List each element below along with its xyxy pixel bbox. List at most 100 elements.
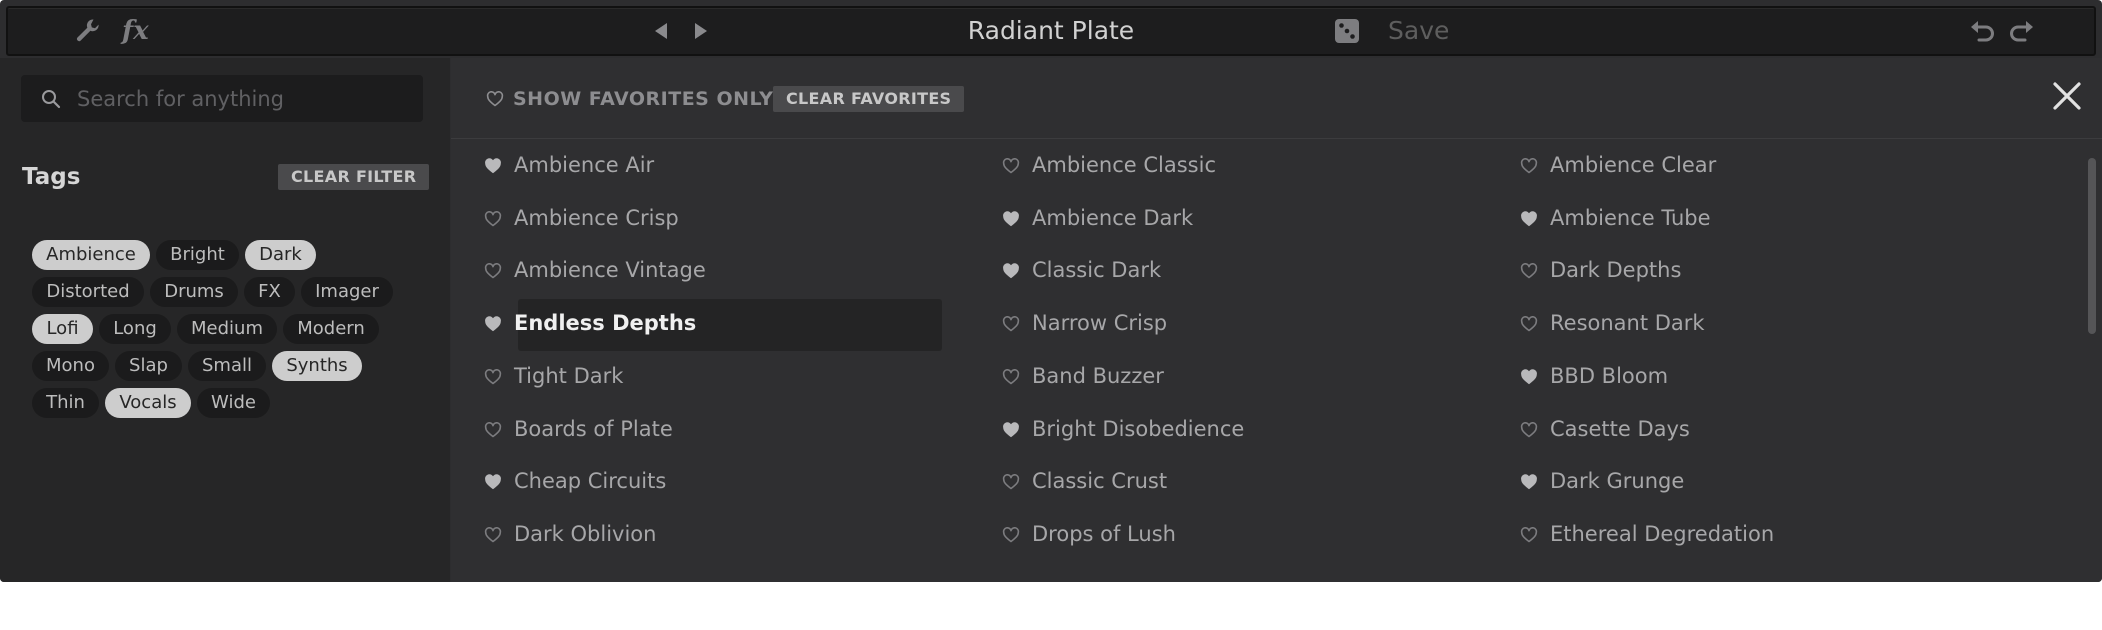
preset-name: Ambience Tube bbox=[1550, 205, 1711, 230]
preset-item[interactable]: Dark Oblivion bbox=[451, 508, 969, 560]
heart-outline-icon[interactable] bbox=[1520, 316, 1538, 332]
heart-filled-icon[interactable] bbox=[1520, 369, 1538, 385]
preset-item[interactable]: Ambience Tube bbox=[1487, 192, 2005, 244]
preset-item[interactable]: Ambience Clear bbox=[1487, 139, 2005, 191]
tag-wide[interactable]: Wide bbox=[197, 388, 270, 418]
preset-item[interactable]: Boards of Plate bbox=[451, 403, 969, 455]
preset-item[interactable]: Resonant Dark bbox=[1487, 297, 2005, 349]
preset-name: Dark Oblivion bbox=[514, 521, 657, 546]
preset-name: Casette Days bbox=[1550, 416, 1690, 441]
preset-name: Ambience Dark bbox=[1032, 205, 1194, 230]
preset-item[interactable]: Ethereal Degredation bbox=[1487, 508, 2005, 560]
tag-thin[interactable]: Thin bbox=[32, 388, 99, 418]
preset-name: Boards of Plate bbox=[514, 416, 673, 441]
tag-drums[interactable]: Drums bbox=[150, 277, 238, 307]
preset-item[interactable]: Band Buzzer bbox=[969, 350, 1487, 402]
tag-fx[interactable]: FX bbox=[244, 277, 295, 307]
heart-filled-icon[interactable] bbox=[1002, 421, 1020, 438]
heart-outline-icon[interactable] bbox=[1520, 526, 1538, 543]
heart-outline-icon bbox=[486, 91, 504, 107]
tag-vocals[interactable]: Vocals bbox=[105, 388, 191, 418]
tag-dark[interactable]: Dark bbox=[245, 240, 316, 270]
preset-item[interactable]: Classic Crust bbox=[969, 455, 1487, 507]
scrollbar-thumb[interactable] bbox=[2088, 158, 2096, 334]
save-button[interactable]: Save bbox=[1388, 8, 1449, 54]
preset-item[interactable]: Ambience Dark bbox=[969, 192, 1487, 244]
preset-name: Dark Grunge bbox=[1550, 469, 1685, 494]
preset-name: Endless Depths bbox=[514, 311, 697, 336]
preset-browser-window: fx Radiant Plate Save Search for anythin… bbox=[0, 0, 2102, 582]
preset-item[interactable]: Ambience Crisp bbox=[451, 192, 969, 244]
show-favorites-label: SHOW FAVORITES ONLY bbox=[513, 88, 774, 110]
preset-name: Ethereal Degredation bbox=[1550, 521, 1775, 546]
preset-item[interactable]: Narrow Crisp bbox=[969, 297, 1487, 349]
tag-lofi[interactable]: Lofi bbox=[32, 314, 93, 344]
undo-icon[interactable] bbox=[1964, 8, 2000, 54]
clear-filter-button[interactable]: CLEAR FILTER bbox=[278, 164, 430, 190]
tag-distorted[interactable]: Distorted bbox=[32, 277, 144, 307]
heart-outline-icon[interactable] bbox=[1002, 368, 1020, 385]
tag-small[interactable]: Small bbox=[188, 351, 266, 381]
preset-item[interactable]: Ambience Air bbox=[451, 139, 969, 191]
heart-filled-icon[interactable] bbox=[1002, 210, 1020, 227]
prev-preset-icon[interactable] bbox=[644, 8, 678, 54]
preset-item[interactable]: Bright Disobedience bbox=[969, 403, 1487, 455]
preset-item[interactable]: Ambience Vintage bbox=[451, 244, 969, 296]
preset-title: Radiant Plate bbox=[967, 16, 1135, 45]
heart-outline-icon[interactable] bbox=[1002, 316, 1020, 332]
heart-outline-icon[interactable] bbox=[1520, 263, 1538, 279]
preset-item[interactable]: Cheap Circuits bbox=[451, 455, 969, 507]
preset-item[interactable]: Casette Days bbox=[1487, 403, 2005, 455]
preset-name: Band Buzzer bbox=[1032, 363, 1164, 388]
heart-filled-icon[interactable] bbox=[1520, 210, 1538, 227]
search-input[interactable] bbox=[77, 75, 407, 122]
preset-item[interactable]: Ambience Classic bbox=[969, 139, 1487, 191]
preset-item[interactable]: BBD Bloom bbox=[1487, 350, 2005, 402]
preset-item[interactable]: Dark Grunge bbox=[1487, 455, 2005, 507]
preset-name: Classic Dark bbox=[1032, 258, 1162, 283]
heart-outline-icon[interactable] bbox=[1002, 526, 1020, 543]
redo-icon[interactable] bbox=[2004, 8, 2040, 54]
wrench-icon[interactable] bbox=[68, 8, 108, 54]
heart-outline-icon[interactable] bbox=[1520, 158, 1538, 174]
preset-item[interactable]: Drops of Lush bbox=[969, 508, 1487, 560]
next-preset-icon[interactable] bbox=[684, 8, 718, 54]
close-icon[interactable] bbox=[2050, 79, 2084, 113]
heart-filled-icon[interactable] bbox=[1002, 263, 1020, 279]
preset-list: Ambience Air Ambience Classic Ambience Cle… bbox=[451, 139, 2082, 582]
heart-outline-icon[interactable] bbox=[1002, 474, 1020, 490]
heart-filled-icon[interactable] bbox=[484, 158, 502, 174]
scrollbar-track[interactable] bbox=[2088, 158, 2096, 582]
heart-outline-icon[interactable] bbox=[484, 421, 502, 438]
tag-long[interactable]: Long bbox=[99, 314, 171, 344]
heart-filled-icon[interactable] bbox=[1520, 474, 1538, 490]
tag-medium[interactable]: Medium bbox=[177, 314, 277, 344]
tag-modern[interactable]: Modern bbox=[283, 314, 379, 344]
heart-filled-icon[interactable] bbox=[484, 474, 502, 490]
heart-filled-icon[interactable] bbox=[484, 316, 502, 332]
fx-icon[interactable]: fx bbox=[116, 8, 160, 54]
preset-item[interactable]: Classic Dark bbox=[969, 244, 1487, 296]
preset-item[interactable]: Dark Depths bbox=[1487, 244, 2005, 296]
preset-name: Tight Dark bbox=[514, 363, 624, 388]
heart-outline-icon[interactable] bbox=[484, 210, 502, 227]
dice-icon[interactable] bbox=[1330, 8, 1364, 54]
tag-bright[interactable]: Bright bbox=[156, 240, 239, 270]
heart-outline-icon[interactable] bbox=[484, 368, 502, 385]
preset-item[interactable]: Tight Dark bbox=[451, 350, 969, 402]
heart-outline-icon[interactable] bbox=[1002, 158, 1020, 174]
show-favorites-toggle[interactable]: SHOW FAVORITES ONLY bbox=[486, 87, 773, 111]
search-box[interactable] bbox=[21, 75, 423, 122]
tag-mono[interactable]: Mono bbox=[32, 351, 109, 381]
heart-outline-icon[interactable] bbox=[484, 526, 502, 543]
clear-favorites-button[interactable]: CLEAR FAVORITES bbox=[773, 86, 965, 112]
preset-item[interactable]: Endless Depths bbox=[451, 297, 969, 352]
preset-name: Cheap Circuits bbox=[514, 469, 667, 494]
tag-slap[interactable]: Slap bbox=[115, 351, 182, 381]
tag-imager[interactable]: Imager bbox=[301, 277, 393, 307]
tag-ambience[interactable]: Ambience bbox=[32, 240, 150, 270]
preset-name: Ambience Classic bbox=[1032, 153, 1216, 177]
tag-synths[interactable]: Synths bbox=[272, 351, 362, 381]
heart-outline-icon[interactable] bbox=[1520, 421, 1538, 438]
heart-outline-icon[interactable] bbox=[484, 263, 502, 279]
